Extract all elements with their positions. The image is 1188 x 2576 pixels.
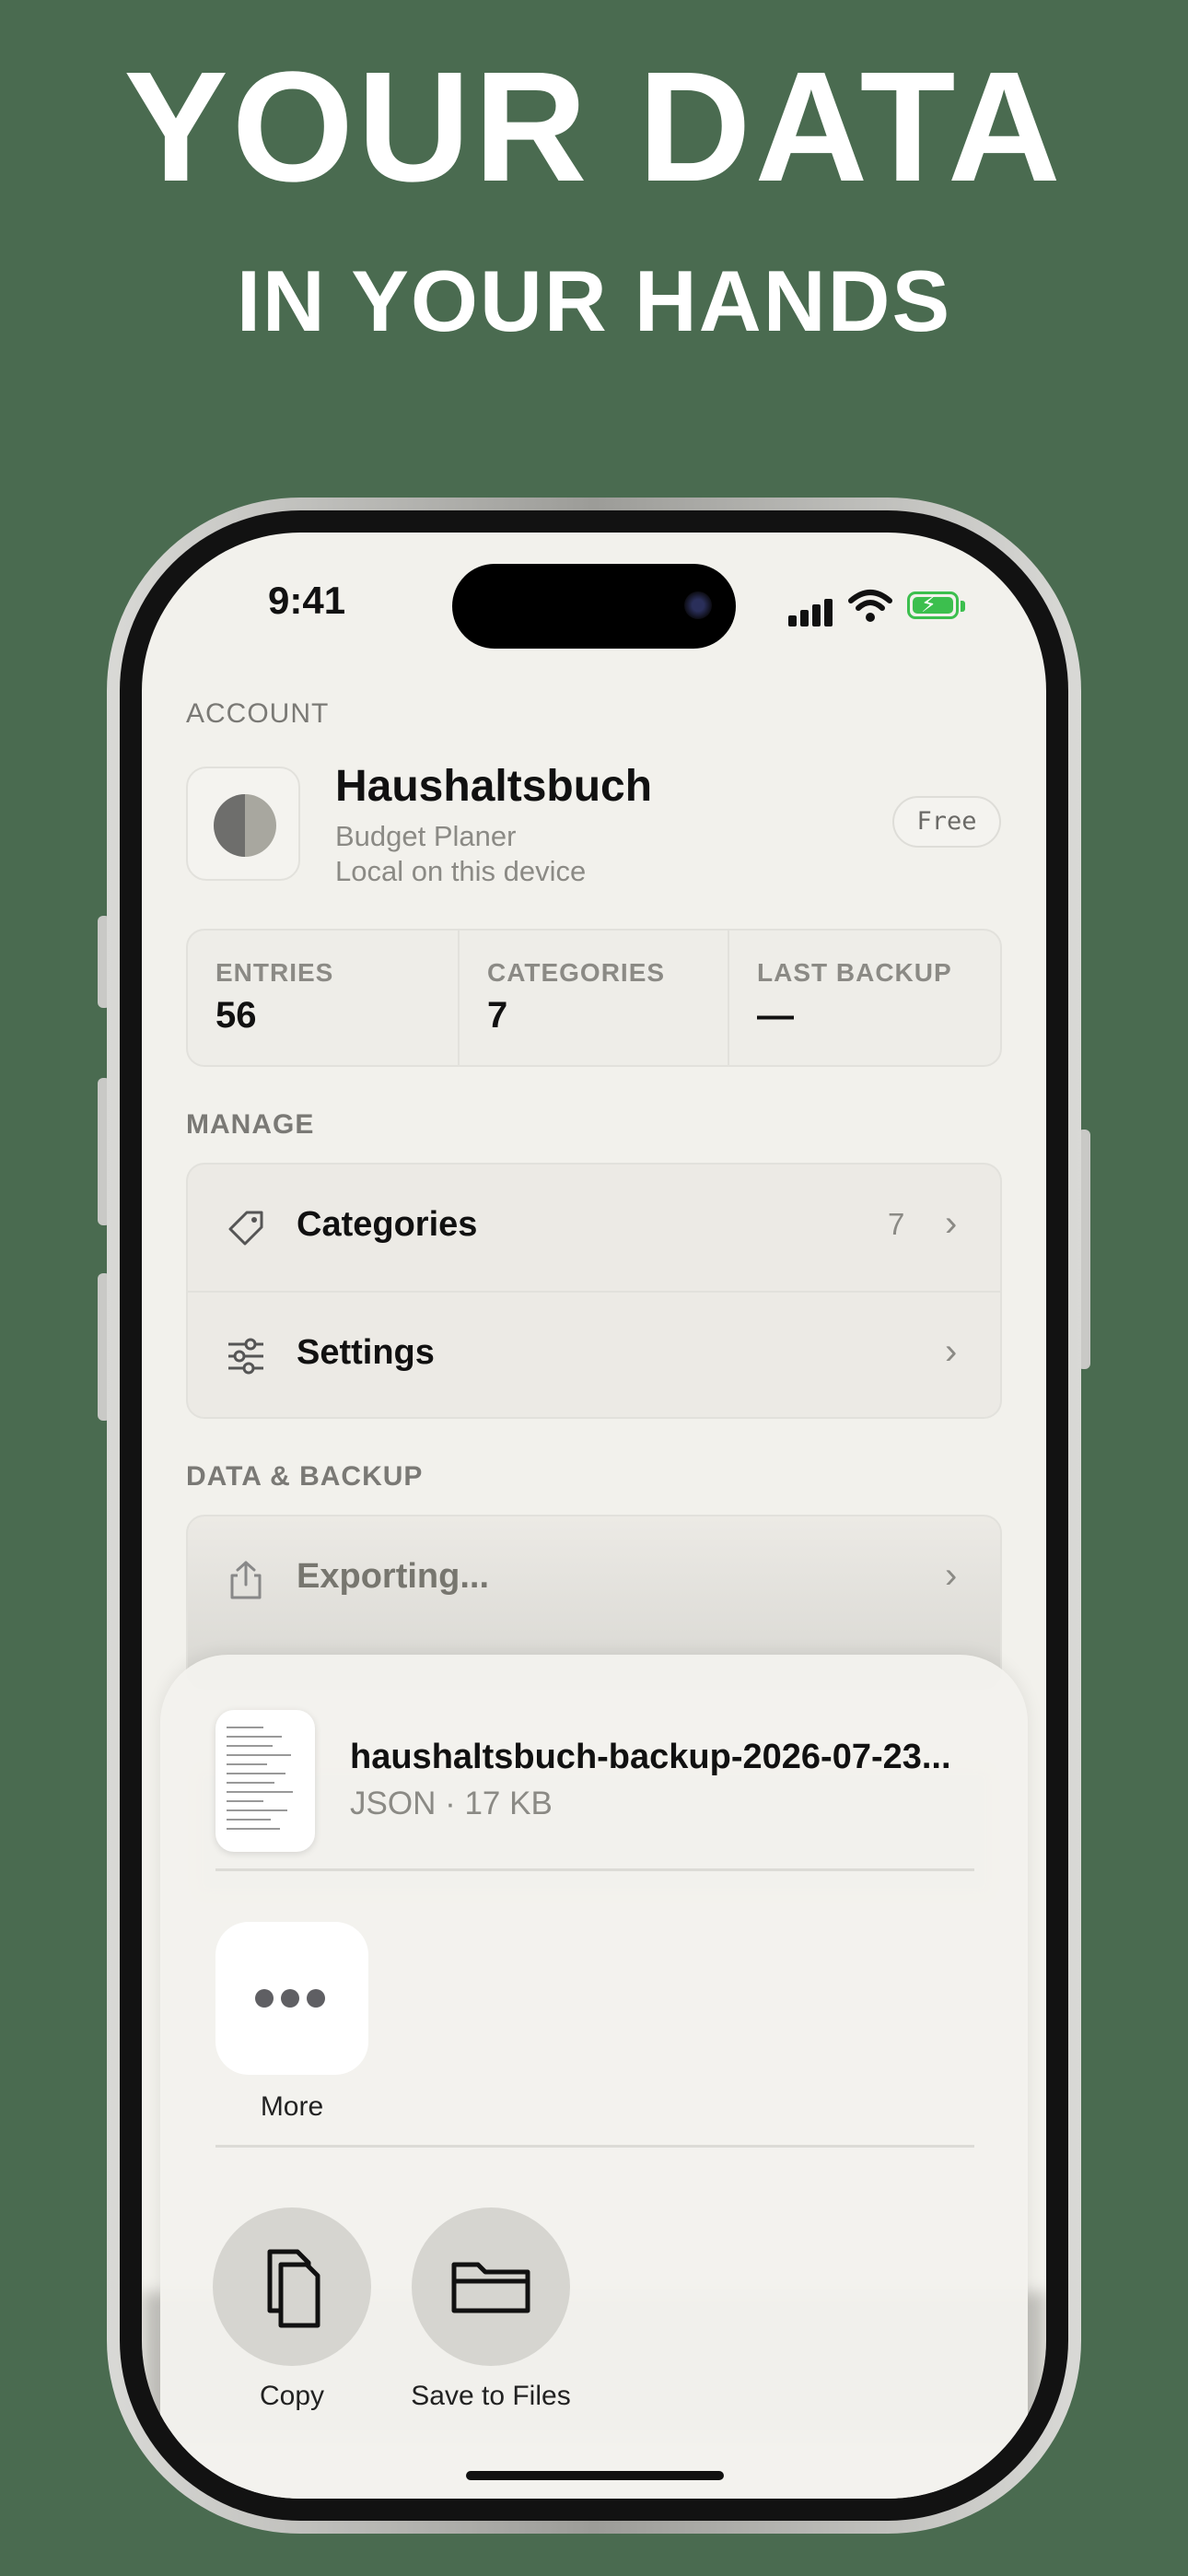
file-preview-thumbnail [215, 1710, 315, 1852]
manage-item-label: Settings [297, 1333, 435, 1372]
shared-file-meta: JSON · 17 KB [350, 1786, 553, 1821]
wifi-icon [848, 590, 892, 622]
stat-value: 56 [215, 995, 257, 1036]
stat-last-backup: LAST BACKUP — [728, 931, 999, 1065]
manage-item-count: 7 [888, 1207, 905, 1241]
share-app-label: More [260, 2091, 324, 2122]
front-camera-icon [684, 591, 712, 619]
section-label-data-backup: DATA & BACKUP [186, 1461, 424, 1492]
plan-badge[interactable]: Free [892, 796, 1001, 848]
battery-tip [961, 601, 965, 612]
stat-categories: CATEGORIES 7 [458, 931, 729, 1065]
promo-headline: YOUR DATA [123, 40, 1065, 215]
manage-item-settings[interactable]: Settings › [188, 1293, 1000, 1419]
shared-file-name: haushaltsbuch-backup-2026-07-23... [350, 1738, 951, 1776]
copy-label: Copy [259, 2381, 325, 2411]
section-label-account: ACCOUNT [186, 698, 330, 729]
folder-icon [451, 2262, 530, 2313]
account-app-name: Haushaltsbuch [335, 762, 653, 811]
sheet-divider [215, 1868, 974, 1871]
ellipsis-icon [255, 1989, 325, 2012]
stat-value: 7 [487, 995, 508, 1036]
stat-label: CATEGORIES [487, 958, 666, 987]
phone-screen: 9:41 ⚡ ACCOUNT Haushaltsbuch Budget Plan… [142, 533, 1046, 2499]
section-label-manage: MANAGE [186, 1109, 315, 1140]
save-to-files-label: Save to Files [411, 2381, 571, 2411]
home-indicator [466, 2471, 724, 2480]
manage-card: Categories 7 › Settings › [186, 1163, 1002, 1419]
sliders-icon [228, 1338, 263, 1375]
stat-label: LAST BACKUP [757, 958, 952, 987]
copy-icon [267, 2249, 320, 2328]
sheet-divider [215, 2145, 974, 2148]
promo-subheadline: IN YOUR HANDS [236, 252, 952, 349]
share-sheet: haushaltsbuch-backup-2026-07-23... JSON … [160, 1655, 1028, 2499]
account-subtitle: Budget Planer [335, 820, 517, 852]
save-to-files-button[interactable] [412, 2207, 570, 2366]
app-logo [186, 767, 300, 881]
dynamic-island [452, 564, 736, 649]
share-app-more[interactable] [215, 1922, 368, 2075]
manage-item-label: Categories [297, 1205, 478, 1244]
stat-value: — [757, 995, 794, 1036]
cellular-signal-icon [788, 599, 836, 626]
copy-button[interactable] [213, 2207, 371, 2366]
chevron-right-icon: › [945, 1331, 958, 1372]
account-storage-note: Local on this device [335, 855, 587, 887]
half-circle-logo-icon [214, 794, 276, 857]
stats-panel: ENTRIES 56 CATEGORIES 7 LAST BACKUP — [186, 929, 1002, 1067]
tag-icon [228, 1211, 263, 1246]
stat-label: ENTRIES [215, 958, 334, 987]
manage-item-categories[interactable]: Categories 7 › [188, 1165, 1000, 1293]
chevron-right-icon: › [945, 1203, 958, 1244]
stat-entries: ENTRIES 56 [188, 931, 458, 1065]
status-time: 9:41 [268, 579, 346, 622]
battery-charging-icon: ⚡ [907, 591, 959, 619]
